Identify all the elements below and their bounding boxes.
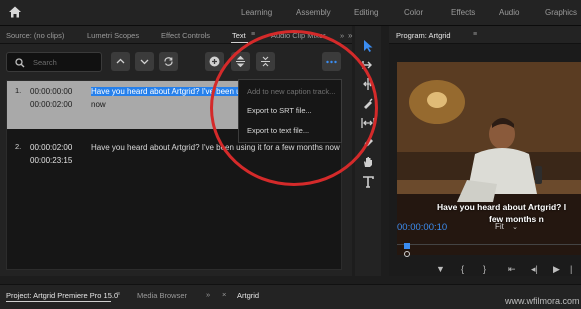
project-tab-indicator [6,301,111,302]
chevron-down-icon: ⌄ [512,224,518,231]
caption-text-continued: now [91,100,106,109]
next-caption-button[interactable] [135,52,154,71]
program-monitor: Have you heard about Artgrid? I few mont… [389,44,581,276]
tab-lumetri-scopes[interactable]: Lumetri Scopes [87,31,139,40]
program-panel-header: Program: Artgrid ≡ [389,26,581,44]
tab-effect-controls[interactable]: Effect Controls [161,31,210,40]
zoom-value: Fit [495,222,504,231]
workspace-color[interactable]: Color [404,8,423,17]
workspace-assembly[interactable]: Assembly [296,8,331,17]
video-caption-line1: Have you heard about Artgrid? I [437,202,567,212]
caption-index: 2. [15,142,22,151]
selection-tool-icon[interactable] [361,39,375,53]
mark-in-icon[interactable]: { [461,264,464,274]
previous-caption-button[interactable] [111,52,130,71]
playhead-icon[interactable] [401,243,413,257]
tab-project[interactable]: Project: Artgrid Premiere Pro 15.0 [6,291,118,300]
workspace-editing[interactable]: Editing [354,8,378,17]
more-tabs-icon[interactable]: » [340,31,344,40]
plus-circle-icon [209,56,220,67]
playhead-timecode[interactable]: 00:00:00:10 [397,222,447,233]
program-title[interactable]: Program: Artgrid [396,31,451,40]
mark-out-icon[interactable]: } [483,264,486,274]
step-back-icon[interactable]: ◂| [531,264,538,275]
tab-media-browser[interactable]: Media Browser [137,291,187,300]
program-menu-icon[interactable]: ≡ [473,31,477,38]
tab-text[interactable]: Text [232,31,246,40]
search-placeholder: Search [33,58,57,67]
home-icon[interactable] [8,5,22,19]
zoom-select[interactable]: Fit ⌄ [495,222,518,231]
hand-tool-icon[interactable] [361,155,375,169]
caption-end-time[interactable]: 00:00:23:15 [30,156,72,165]
tab-source[interactable]: Source: (no clips) [6,31,64,40]
chevron-up-icon [116,58,125,64]
annotation-circle [210,30,378,186]
caption-index: 1. [15,86,22,95]
more-tabs-icon[interactable]: » [206,290,210,299]
go-to-in-icon[interactable]: ⇤ [508,264,516,275]
workspace-learning[interactable]: Learning [241,8,272,17]
mini-timeline[interactable] [397,243,581,257]
play-icon[interactable]: ▶ [553,264,560,275]
watermark: www.wfilmora.com [505,296,580,306]
project-menu-icon[interactable]: ≡ [116,291,120,298]
workspace-graphics[interactable]: Graphics [545,8,577,17]
caption-start-time[interactable]: 00:00:00:00 [30,87,72,96]
add-marker-icon[interactable]: ▼ [436,264,445,274]
step-forward-icon[interactable]: | [570,264,572,274]
tab-sequence[interactable]: Artgrid [237,291,259,300]
search-icon [15,58,25,68]
bottom-panels: Project: Artgrid Premiere Pro 15.0 ≡ Med… [0,284,581,309]
workspace-audio[interactable]: Audio [499,8,519,17]
caption-start-time[interactable]: 00:00:02:00 [30,143,72,152]
workspace-bar: Learning Assembly Editing Color Effects … [0,0,581,26]
workspace-effects[interactable]: Effects [451,8,475,17]
replace-button[interactable] [159,52,178,71]
chevron-down-icon [140,59,149,65]
type-tool-icon[interactable] [361,175,375,189]
more-panels-icon[interactable]: » [348,31,352,40]
search-input[interactable]: Search [6,52,102,72]
refresh-icon [164,57,173,66]
close-sequence-icon[interactable]: × [222,290,226,299]
tab-menu-icon[interactable]: ≡ [251,31,255,38]
caption-end-time[interactable]: 00:00:02:00 [30,100,72,109]
